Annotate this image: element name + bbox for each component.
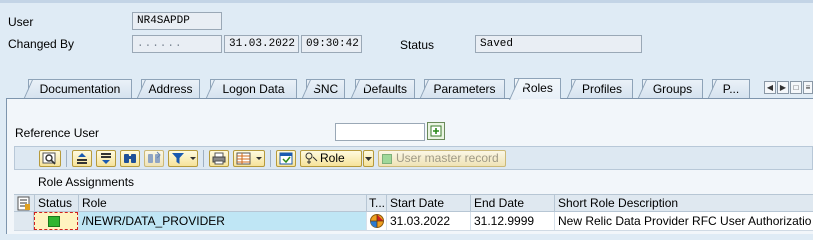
user-master-record-button[interactable]: User master record bbox=[378, 150, 506, 167]
user-field[interactable]: NR4SAPDP bbox=[132, 12, 222, 30]
tab-defaults[interactable]: Defaults bbox=[355, 79, 415, 99]
end-date-cell[interactable]: 31.12.9999 bbox=[470, 212, 554, 230]
tab-documentation[interactable]: Documentation bbox=[28, 79, 132, 99]
tab-address[interactable]: Address bbox=[141, 79, 200, 99]
tab-roles[interactable]: Roles bbox=[514, 78, 561, 99]
row-selector[interactable] bbox=[14, 212, 34, 230]
tab-profiles[interactable]: Profiles bbox=[571, 79, 633, 99]
column-end-date[interactable]: End Date bbox=[470, 195, 554, 212]
role-cell[interactable]: /NEWR/DATA_PROVIDER bbox=[78, 212, 366, 230]
role-dropdown-icon[interactable] bbox=[363, 150, 374, 167]
changed-by-label: Changed By bbox=[8, 37, 75, 51]
column-start-date[interactable]: Start Date bbox=[386, 195, 470, 212]
user-master-record-label: User master record bbox=[396, 151, 499, 165]
changed-date-field[interactable]: 31.03.2022 bbox=[224, 35, 299, 53]
tab-scroll-left-icon[interactable]: ◀ bbox=[764, 81, 776, 94]
record-status-icon bbox=[382, 154, 392, 164]
reference-user-new-icon[interactable] bbox=[427, 122, 445, 140]
role-table-header: Status Role T... Start Date End Date Sho… bbox=[14, 194, 813, 212]
changed-time-field[interactable]: 09:30:42 bbox=[301, 35, 362, 53]
select-all-icon[interactable] bbox=[16, 196, 34, 211]
find-next-icon[interactable] bbox=[144, 150, 164, 167]
start-date-cell[interactable]: 31.03.2022 bbox=[386, 212, 470, 230]
column-type[interactable]: T... bbox=[366, 195, 386, 212]
print-icon[interactable] bbox=[209, 150, 229, 167]
tab-groups[interactable]: Groups bbox=[642, 79, 703, 99]
top-border bbox=[0, 0, 813, 3]
toolbar-separator bbox=[66, 150, 67, 167]
sort-ascending-icon[interactable] bbox=[72, 150, 92, 167]
tab-logon-data[interactable]: Logon Data bbox=[210, 79, 297, 99]
status-green-icon bbox=[48, 216, 60, 227]
toolbar-separator bbox=[203, 150, 204, 167]
tab-more[interactable]: P... bbox=[712, 79, 750, 99]
status-cell[interactable] bbox=[34, 212, 78, 230]
select-layout-icon[interactable] bbox=[276, 150, 296, 167]
reference-user-label: Reference User bbox=[15, 126, 100, 140]
sort-descending-icon[interactable] bbox=[96, 150, 116, 167]
description-cell: New Relic Data Provider RFC User Authori… bbox=[554, 212, 813, 230]
layout-icon[interactable] bbox=[233, 150, 265, 167]
find-icon[interactable] bbox=[120, 150, 140, 167]
roles-toolbar: Role User master record bbox=[14, 146, 813, 170]
status-label: Status bbox=[400, 38, 435, 52]
tab-menu-icon[interactable]: ≡ bbox=[803, 81, 813, 94]
type-cell bbox=[366, 212, 386, 230]
table-row[interactable]: /NEWR/DATA_PROVIDER 31.03.2022 31.12.999… bbox=[14, 212, 813, 231]
column-status[interactable]: Status bbox=[34, 195, 78, 212]
reference-user-input[interactable] bbox=[335, 123, 425, 141]
tab-scroll-right-icon[interactable]: ▶ bbox=[777, 81, 789, 94]
column-short-role-description[interactable]: Short Role Description bbox=[554, 195, 813, 212]
details-icon[interactable] bbox=[39, 150, 61, 167]
tab-parameters[interactable]: Parameters bbox=[424, 79, 505, 99]
user-label: User bbox=[8, 15, 34, 29]
role-button[interactable]: Role bbox=[300, 150, 362, 167]
changed-by-field[interactable]: ...... bbox=[132, 35, 222, 53]
column-role[interactable]: Role bbox=[78, 195, 366, 212]
toolbar-separator bbox=[270, 150, 271, 167]
filter-icon[interactable] bbox=[168, 150, 198, 167]
tab-snc[interactable]: SNC bbox=[306, 79, 345, 99]
tab-list-icon[interactable]: □ bbox=[790, 81, 802, 94]
status-field[interactable]: Saved bbox=[475, 35, 642, 53]
role-assignments-title: Role Assignments bbox=[38, 175, 135, 189]
composite-role-icon bbox=[370, 214, 384, 228]
role-button-label: Role bbox=[320, 151, 345, 165]
